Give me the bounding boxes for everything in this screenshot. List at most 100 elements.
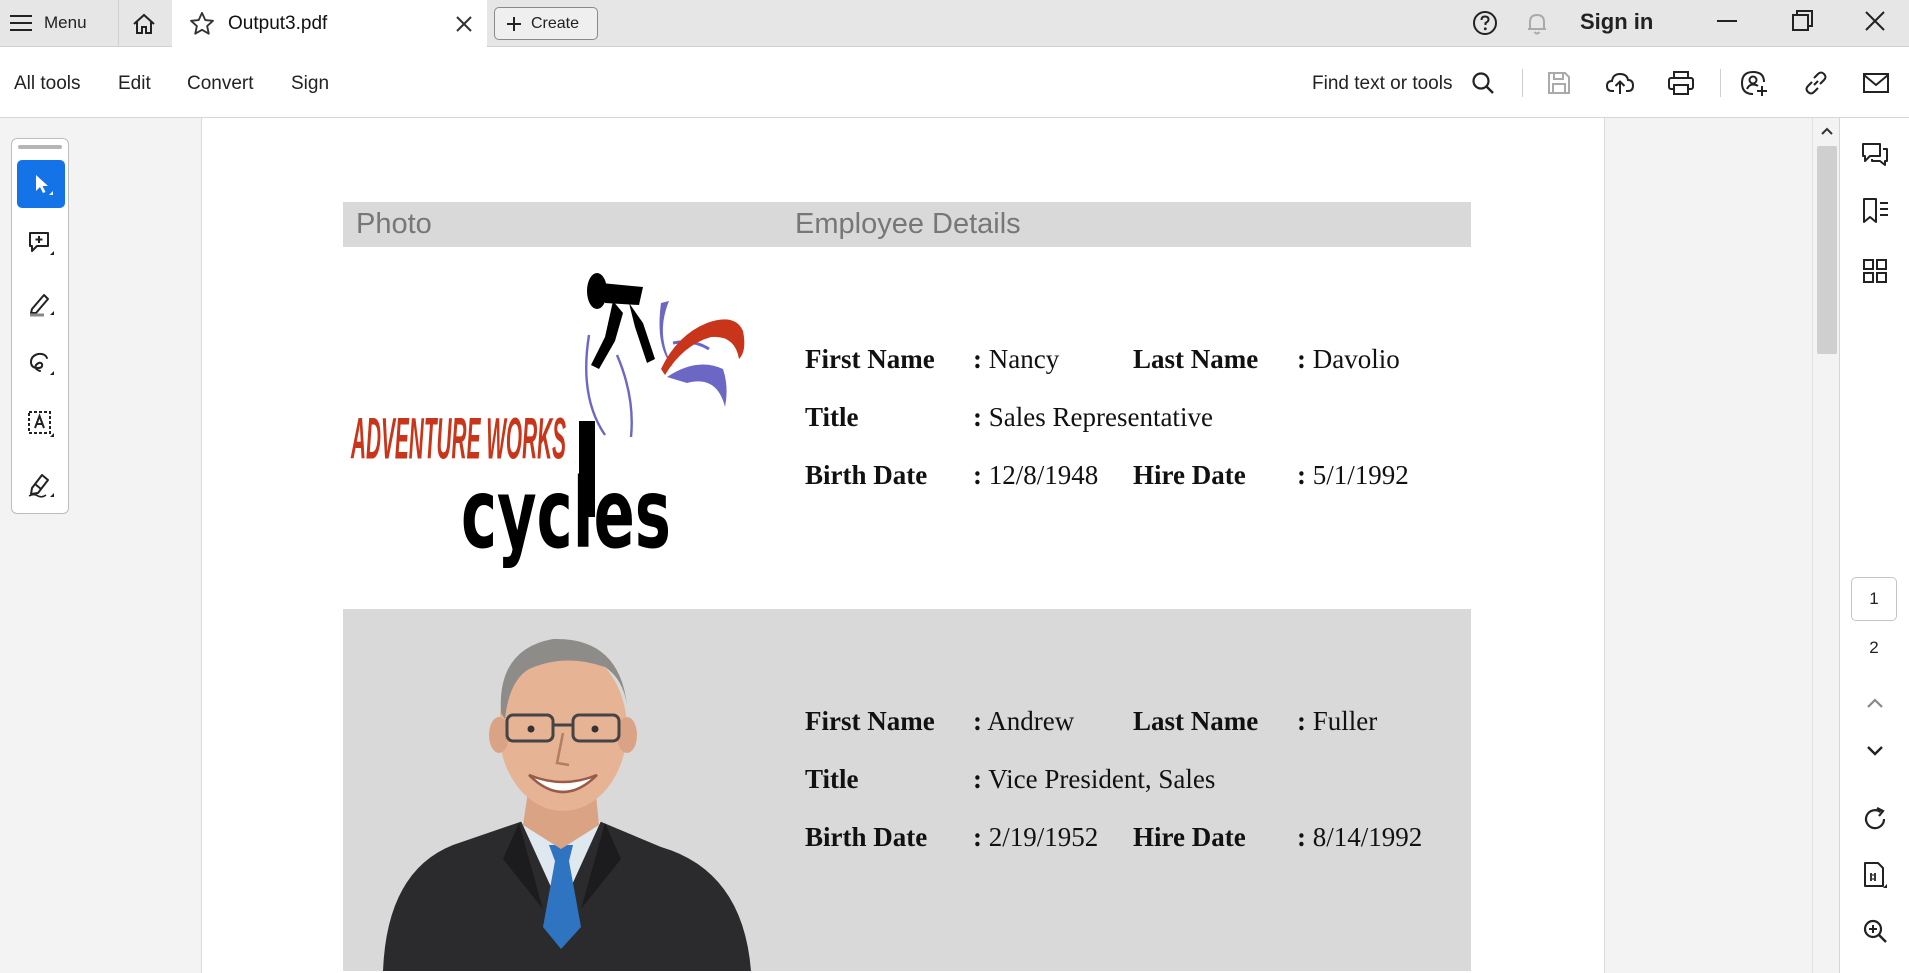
panel-drag-handle[interactable] (18, 145, 62, 149)
header-photo: Photo (356, 208, 432, 240)
birth-date-label: Birth Date (805, 822, 928, 852)
fit-page-icon[interactable] (1858, 858, 1892, 892)
hire-date-label: Hire Date (1133, 460, 1246, 490)
separator: : (1297, 344, 1306, 374)
next-page-icon[interactable] (1858, 734, 1892, 768)
table-header: Photo Employee Details (343, 202, 1471, 247)
close-window-icon[interactable] (1862, 8, 1888, 34)
photo-cell: ADVENTURE WORKS cycles (343, 247, 783, 609)
separator: : (973, 764, 982, 794)
close-tab-icon[interactable] (453, 13, 475, 35)
separator: : (1297, 822, 1306, 852)
notifications-bell-icon[interactable] (1522, 8, 1552, 38)
toolbar-divider (1522, 69, 1523, 97)
highlight-tool[interactable] (17, 280, 65, 328)
page-thumbnails-icon[interactable] (1858, 254, 1892, 288)
bookmarks-icon[interactable] (1858, 194, 1892, 228)
share-user-icon[interactable] (1738, 67, 1770, 99)
separator: : (1297, 460, 1306, 490)
hire-date-value: 5/1/1992 (1312, 460, 1409, 490)
freehand-draw-icon (29, 352, 54, 375)
logo-cycles-text: cycles (461, 458, 671, 570)
tab-title: Output3.pdf (228, 13, 328, 34)
draw-tool[interactable] (17, 340, 65, 388)
vertical-scrollbar[interactable] (1812, 118, 1840, 973)
table-row: ADVENTURE WORKS cycles First Name : Nanc… (343, 247, 1471, 609)
dates-line: Birth Date : 12/8/1948 Hire Date : 5/1/1… (805, 460, 1465, 518)
cursor-arrow-icon (36, 175, 53, 195)
pdf-page[interactable]: Photo Employee Details ADVENTURE WORKS c… (202, 118, 1663, 973)
pen-sign-icon (28, 474, 54, 498)
convert-menu[interactable]: Convert (187, 73, 254, 95)
title-line: Title : Vice President, Sales (805, 764, 1465, 822)
employee-details: First Name : Andrew Last Name : Fuller T… (805, 706, 1465, 880)
help-icon[interactable] (1470, 8, 1500, 38)
employee-table: Photo Employee Details ADVENTURE WORKS c… (343, 202, 1471, 971)
menu-button[interactable]: Menu (10, 8, 87, 38)
create-button[interactable]: Create (494, 7, 598, 40)
last-name-label: Last Name (1133, 344, 1259, 374)
last-name-value: Davolio (1312, 344, 1400, 374)
hire-date-label: Hire Date (1133, 822, 1246, 852)
select-tool[interactable] (17, 160, 65, 208)
find-text-or-tools[interactable]: Find text or tools (1312, 73, 1452, 95)
zoom-in-icon[interactable] (1858, 914, 1892, 948)
total-pages: 2 (1869, 638, 1879, 657)
birth-date-value: 12/8/1948 (988, 460, 1099, 490)
separator: : (973, 706, 982, 736)
employee-details: First Name : Nancy Last Name : Davolio T… (805, 344, 1465, 518)
toolbar-divider (1720, 69, 1721, 97)
employee-portrait (383, 638, 751, 971)
first-name-value: Nancy (988, 344, 1060, 374)
first-name-label: First Name (805, 706, 935, 736)
birth-date-value: 2/19/1952 (988, 822, 1099, 852)
upload-cloud-icon[interactable] (1604, 67, 1636, 99)
separator: : (973, 460, 982, 490)
last-name-label: Last Name (1133, 706, 1259, 736)
photo-cell (343, 609, 783, 971)
header-employee-details: Employee Details (795, 208, 1021, 240)
title-label: Title (805, 402, 859, 432)
first-name-label: First Name (805, 344, 935, 374)
document-tab[interactable]: Output3.pdf (172, 0, 487, 48)
link-icon[interactable] (1800, 67, 1832, 99)
hire-date-value: 8/14/1992 (1312, 822, 1423, 852)
fill-sign-tool[interactable] (17, 460, 65, 508)
adventure-works-cycles-logo: ADVENTURE WORKS cycles (350, 273, 745, 570)
last-name-value: Fuller (1312, 706, 1378, 736)
menu-label: Menu (44, 13, 87, 32)
edit-menu[interactable]: Edit (118, 73, 151, 95)
scroll-up-arrow-icon[interactable] (1820, 126, 1834, 136)
email-icon[interactable] (1860, 67, 1892, 99)
text-box-tool[interactable] (17, 400, 65, 448)
sign-in-button[interactable]: Sign in (1580, 9, 1653, 35)
minimize-icon[interactable] (1714, 8, 1740, 34)
right-gutter (1604, 118, 1819, 973)
title-value: Sales Representative (988, 402, 1213, 432)
current-page-input[interactable]: 1 (1851, 577, 1897, 621)
dates-line: Birth Date : 2/19/1952 Hire Date : 8/14/… (805, 822, 1465, 880)
print-icon[interactable] (1665, 67, 1697, 99)
text-select-icon (28, 411, 54, 437)
add-comment-tool[interactable] (17, 220, 65, 268)
star-icon[interactable] (188, 10, 216, 38)
search-icon[interactable] (1467, 67, 1499, 99)
name-line: First Name : Nancy Last Name : Davolio (805, 344, 1465, 402)
sign-menu[interactable]: Sign (291, 73, 329, 95)
title-line: Title : Sales Representative (805, 402, 1465, 460)
right-rail: 1 2 (1840, 118, 1909, 973)
home-icon (132, 13, 155, 34)
save-icon[interactable] (1543, 67, 1575, 99)
rotate-icon[interactable] (1858, 802, 1892, 836)
name-line: First Name : Andrew Last Name : Fuller (805, 706, 1465, 764)
separator: : (973, 402, 982, 432)
title-bar: Menu Output3.pdf Create Sign in (0, 0, 1909, 48)
scrollbar-thumb[interactable] (1817, 146, 1837, 354)
restore-window-icon[interactable] (1790, 8, 1816, 34)
home-button[interactable] (118, 0, 168, 47)
main-toolbar: All tools Edit Convert Sign Find text or… (0, 47, 1909, 118)
comments-icon[interactable] (1858, 138, 1892, 172)
all-tools-menu[interactable]: All tools (14, 73, 81, 95)
previous-page-icon[interactable] (1858, 686, 1892, 720)
comment-add-icon (29, 232, 54, 255)
